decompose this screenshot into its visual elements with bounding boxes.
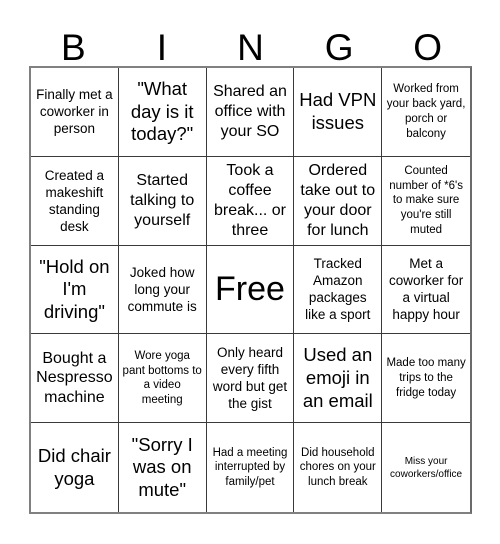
bingo-cell[interactable]: Tracked Amazon packages like a sport [294, 245, 383, 335]
bingo-cell-text: Worked from your back yard, porch or bal… [386, 83, 466, 140]
bingo-cell-text: Made too many trips to the fridge today [386, 357, 466, 399]
header-letter-i: I [156, 27, 168, 68]
bingo-cell-text: Bought a Nespresso machine [36, 349, 113, 407]
bingo-cell-text: Did household chores on your lunch break [299, 446, 376, 488]
header-letter-o: O [413, 27, 443, 68]
bingo-cell[interactable]: Wore yoga pant bottoms to a video meetin… [118, 334, 207, 424]
bingo-cell[interactable]: Ordered take out to your door for lunch [294, 156, 383, 246]
bingo-cell-text: Wore yoga pant bottoms to a video meetin… [122, 349, 202, 406]
bingo-cell-text: Tracked Amazon packages like a sport [305, 256, 371, 323]
header-letter-b: B [60, 27, 86, 68]
bingo-cell[interactable]: Joked how long your commute is [118, 245, 207, 335]
bingo-cell-text: Finally met a coworker in person [36, 87, 113, 137]
bingo-cell-text: Had VPN issues [299, 89, 377, 133]
bingo-cell[interactable]: Created a makeshift standing desk [31, 156, 119, 246]
bingo-cell-text: Miss your coworkers/office [390, 455, 463, 480]
bingo-cell[interactable]: Had a meeting interrupted by family/pet [207, 423, 295, 512]
bingo-cell[interactable]: Met a coworker for a virtual happy hour [382, 246, 470, 335]
bingo-cell[interactable]: Worked from your back yard, porch or bal… [382, 68, 470, 157]
bingo-cell[interactable]: Finally met a coworker in person [31, 68, 119, 157]
bingo-cell[interactable]: Took a coffee break... or three [206, 156, 295, 246]
bingo-cell[interactable]: Shared an office with your SO [206, 68, 295, 157]
bingo-cell[interactable]: Made too many trips to the fridge today [382, 334, 470, 424]
bingo-header: B I N G O [29, 14, 472, 66]
bingo-cell-text: Had a meeting interrupted by family/pet [212, 446, 288, 488]
bingo-cell[interactable]: Started talking to yourself [118, 156, 207, 246]
bingo-cell-text: Counted number of *6's to make sure you'… [389, 164, 463, 236]
bingo-cell[interactable]: "Hold on I'm driving" [31, 245, 119, 335]
bingo-cell[interactable]: Only heard every fifth word but get the … [206, 334, 295, 424]
bingo-cell[interactable]: "Sorry I was on mute" [119, 423, 207, 512]
bingo-cell-text: Met a coworker for a virtual happy hour [388, 256, 464, 323]
bingo-cell-text: Free [215, 269, 285, 308]
bingo-cell-free[interactable]: Free [206, 245, 295, 335]
bingo-card: B I N G O Finally met a coworker in pers… [29, 14, 472, 514]
bingo-cell-text: Started talking to yourself [130, 171, 195, 229]
bingo-cell-text: Took a coffee break... or three [213, 162, 286, 239]
header-letter-n: N [237, 27, 264, 68]
bingo-cell[interactable]: Did chair yoga [31, 423, 119, 512]
bingo-cell-text: Ordered take out to your door for lunch [300, 162, 376, 239]
bingo-cell[interactable]: Miss your coworkers/office [382, 423, 470, 512]
bingo-cell-text: "Hold on I'm driving" [39, 255, 110, 322]
bingo-cell-text: Only heard every fifth word but get the … [212, 345, 288, 412]
bingo-cell-text: Joked how long your commute is [127, 264, 197, 314]
bingo-cell-text: Created a makeshift standing desk [44, 167, 105, 234]
bingo-cell-text: Used an emoji in an email [302, 344, 373, 411]
bingo-cell[interactable]: "What day is it today?" [118, 68, 207, 157]
bingo-cell[interactable]: Bought a Nespresso machine [31, 334, 119, 424]
header-letter-g: G [324, 27, 354, 68]
bingo-cell-text: "Sorry I was on mute" [131, 433, 193, 500]
bingo-cell[interactable]: Counted number of *6's to make sure you'… [382, 157, 470, 246]
bingo-cell-text: "What day is it today?" [130, 78, 194, 145]
bingo-cell[interactable]: Used an emoji in an email [294, 334, 383, 424]
bingo-cell[interactable]: Did household chores on your lunch break [294, 423, 383, 512]
bingo-grid: Finally met a coworker in person "What d… [29, 66, 472, 514]
bingo-cell-text: Did chair yoga [37, 445, 111, 489]
bingo-cell-text: Shared an office with your SO [213, 83, 287, 140]
bingo-cell[interactable]: Had VPN issues [294, 68, 383, 157]
